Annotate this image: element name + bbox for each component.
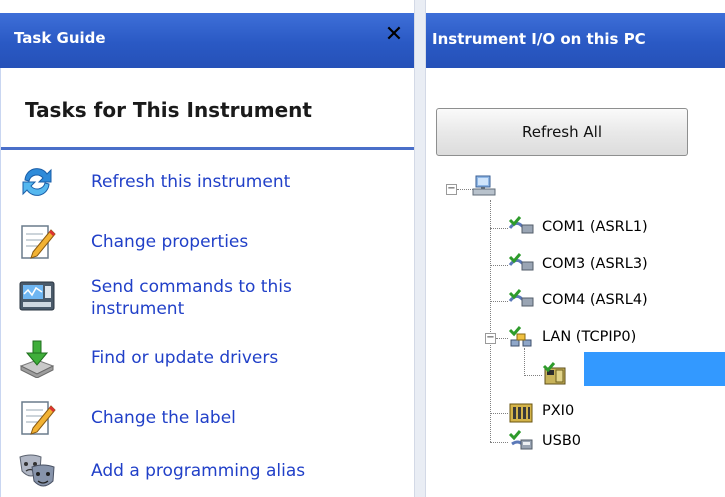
task-change-properties[interactable]: Change properties bbox=[17, 222, 397, 266]
serial-port-icon bbox=[508, 216, 534, 234]
task-guide-body: Tasks for This Instrument Refresh this i… bbox=[0, 68, 415, 497]
download-drivers-icon bbox=[19, 340, 55, 378]
computer-icon bbox=[472, 175, 496, 196]
masks-icon bbox=[19, 454, 55, 487]
task-label: Send commands to this instrument bbox=[91, 277, 292, 319]
lan-icon bbox=[508, 326, 532, 347]
tree-node-instrument-selected[interactable] bbox=[542, 362, 725, 386]
tree-connector bbox=[490, 265, 508, 266]
edit-label-icon bbox=[21, 401, 56, 435]
refresh-icon bbox=[22, 168, 52, 196]
tree-node-usb0[interactable]: USB0 bbox=[508, 430, 723, 454]
section-divider bbox=[1, 147, 415, 150]
tree-connector bbox=[496, 338, 508, 339]
collapse-lan-toggle[interactable]: − bbox=[485, 333, 496, 344]
pane-splitter[interactable] bbox=[414, 0, 426, 497]
task-label: Change the label bbox=[91, 408, 236, 428]
task-label: Change properties bbox=[91, 232, 249, 252]
instrument-io-pane: Instrument I/O on this PC Refresh All − bbox=[426, 0, 725, 497]
tree-node-com3[interactable]: COM3 (ASRL3) bbox=[508, 253, 723, 277]
edit-properties-icon bbox=[21, 225, 56, 259]
instrument-io-title: Instrument I/O on this PC bbox=[432, 30, 646, 48]
tree-node-com4[interactable]: COM4 (ASRL4) bbox=[508, 289, 723, 313]
tree-node-pxi0[interactable]: PXI0 bbox=[508, 400, 723, 424]
refresh-all-button[interactable]: Refresh All bbox=[436, 108, 688, 156]
tree-node-label: COM1 (ASRL1) bbox=[542, 219, 648, 235]
instrument-tree: − COM1 (ASRL1) COM3 (ASRL3) COM4 (ASRL4)… bbox=[426, 170, 725, 490]
tree-connector bbox=[490, 228, 508, 229]
tree-node-label: USB0 bbox=[542, 433, 581, 449]
pxi-icon bbox=[509, 403, 533, 423]
tree-connector bbox=[524, 375, 542, 376]
close-button[interactable]: ✕ bbox=[382, 23, 406, 47]
task-label: Add a programming alias bbox=[91, 461, 306, 481]
tree-connector bbox=[490, 200, 491, 442]
tree-root-computer[interactable] bbox=[471, 174, 501, 198]
task-label: Find or update drivers bbox=[91, 348, 279, 368]
task-refresh-instrument[interactable]: Refresh this instrument bbox=[17, 162, 397, 206]
tree-connector bbox=[524, 348, 525, 376]
task-guide-pane: Task Guide ✕ Tasks for This Instrument R… bbox=[0, 0, 415, 497]
instrument-io-header: Instrument I/O on this PC bbox=[426, 13, 725, 68]
serial-port-icon bbox=[508, 253, 534, 271]
tree-connector bbox=[490, 413, 508, 414]
tree-node-label: COM3 (ASRL3) bbox=[542, 256, 648, 272]
tree-node-label: LAN (TCPIP0) bbox=[542, 329, 637, 345]
send-commands-icon bbox=[19, 281, 55, 311]
task-guide-title: Task Guide bbox=[14, 29, 106, 47]
serial-port-icon bbox=[508, 289, 534, 307]
tree-connector bbox=[490, 301, 508, 302]
instrument-icon bbox=[542, 362, 566, 385]
tree-node-label: COM4 (ASRL4) bbox=[542, 292, 648, 308]
tree-node-label: PXI0 bbox=[542, 403, 575, 419]
usb-icon bbox=[508, 430, 533, 450]
collapse-root-toggle[interactable]: − bbox=[446, 184, 457, 195]
tree-node-lan[interactable]: LAN (TCPIP0) bbox=[508, 326, 723, 350]
task-label: Refresh this instrument bbox=[91, 172, 291, 192]
task-guide-header: Task Guide ✕ bbox=[0, 13, 414, 68]
section-title: Tasks for This Instrument bbox=[25, 98, 312, 122]
task-add-programming-alias[interactable]: Add a programming alias bbox=[17, 451, 397, 495]
tree-node-com1[interactable]: COM1 (ASRL1) bbox=[508, 216, 723, 240]
task-find-update-drivers[interactable]: Find or update drivers bbox=[17, 338, 397, 382]
task-change-label[interactable]: Change the label bbox=[17, 398, 397, 442]
task-send-commands[interactable]: Send commands to this instrument bbox=[17, 276, 397, 328]
tree-connector bbox=[490, 442, 508, 443]
